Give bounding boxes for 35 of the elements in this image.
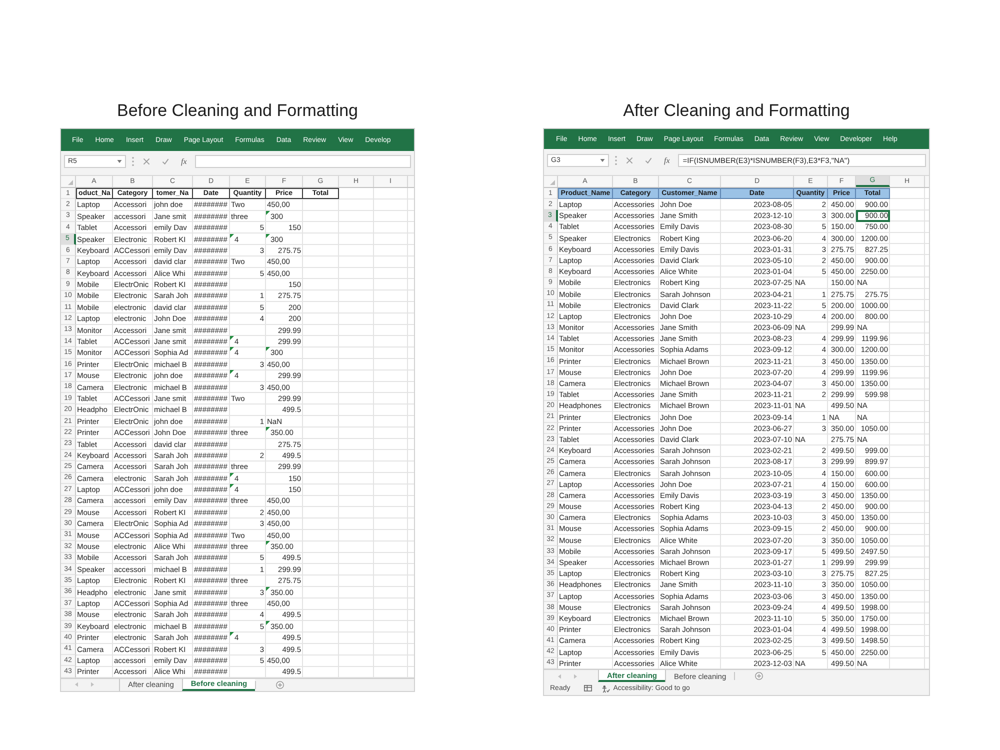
grid-icon[interactable] <box>584 685 592 692</box>
corner-triangle-icon <box>230 336 234 340</box>
caret-icon[interactable] <box>117 160 122 163</box>
corner-triangle-icon <box>266 347 270 352</box>
corner-triangle-icon <box>266 541 270 546</box>
corner-triangle-icon <box>230 632 234 636</box>
cancel-icon[interactable] <box>626 157 633 164</box>
panel-title: Before Cleaning and Formatting <box>116 101 359 121</box>
corner-triangle-icon <box>266 586 270 591</box>
insert-function-button[interactable]: fx <box>664 156 670 165</box>
scroll-right-icon[interactable] <box>574 674 577 679</box>
select-all-icon[interactable] <box>68 180 73 185</box>
insert-function-button[interactable]: fx <box>181 157 187 166</box>
caret-icon[interactable] <box>600 159 605 162</box>
add-sheet-icon[interactable] <box>755 672 764 680</box>
check-icon[interactable] <box>162 158 169 165</box>
scroll-right-icon[interactable] <box>91 682 94 688</box>
scroll-left-icon[interactable] <box>75 682 78 688</box>
accessibility-icon[interactable] <box>602 684 610 693</box>
select-all-icon[interactable] <box>550 180 555 185</box>
corner-triangle-icon <box>266 234 270 238</box>
add-sheet-icon[interactable] <box>276 680 284 689</box>
corner-triangle-icon <box>230 347 234 352</box>
corner-triangle-icon <box>230 484 234 488</box>
formula-field[interactable] <box>194 155 411 168</box>
panel-title: After Cleaning and Formatting <box>622 101 851 121</box>
corner-triangle-icon <box>230 234 234 238</box>
check-icon[interactable] <box>645 157 652 164</box>
corner-triangle-icon <box>266 620 270 625</box>
scroll-left-icon[interactable] <box>558 674 561 679</box>
corner-triangle-icon <box>230 370 234 374</box>
corner-triangle-icon <box>266 210 270 215</box>
corner-triangle-icon <box>230 472 234 477</box>
cancel-icon[interactable] <box>143 158 150 165</box>
corner-triangle-icon <box>266 427 270 432</box>
